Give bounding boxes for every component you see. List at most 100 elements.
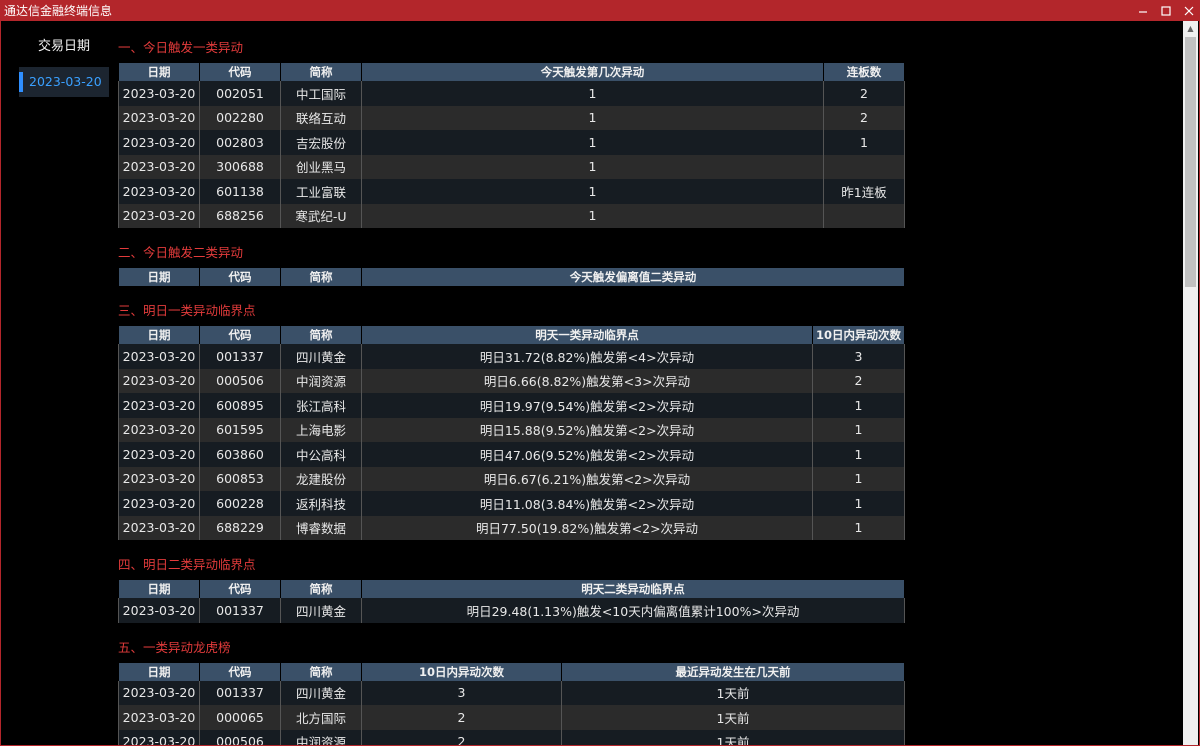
table-cell: 1: [361, 130, 824, 155]
table-row[interactable]: 2023-03-20 300688 创业黑马 1: [118, 154, 905, 179]
table-cell: 1天前: [561, 705, 905, 730]
table-cell: 600228: [199, 491, 281, 516]
section-title: 二、今日触发二类异动: [118, 245, 244, 260]
table-cell: 返利科技: [280, 491, 362, 516]
table-row[interactable]: 2023-03-20 000065 北方国际 2 1天前: [118, 705, 905, 730]
table-cell: 000506: [199, 729, 281, 745]
column-header[interactable]: 代码: [199, 326, 281, 344]
table-row[interactable]: 2023-03-20 002051 中工国际 1 2: [118, 81, 905, 106]
column-header[interactable]: 代码: [199, 63, 281, 81]
table-row[interactable]: 2023-03-20 001337 四川黄金 3 1天前: [118, 680, 905, 705]
column-header[interactable]: 简称: [280, 662, 362, 681]
table-row[interactable]: 2023-03-20 688229 博睿数据 明日77.50(19.82%)触发第<2…: [118, 515, 905, 540]
table-cell: 明日11.08(3.84%)触发第<2>次异动: [361, 491, 813, 516]
table-row[interactable]: 2023-03-20 600228 返利科技 明日11.08(3.84%)触发第<2>…: [118, 491, 905, 516]
table-row[interactable]: 2023-03-20 002280 联络互动 1 2: [118, 105, 905, 130]
section-table: 日期 代码 简称 明天一类异动临界点 10日内异动次数 2023-03-20 001337 四…: [118, 326, 905, 540]
table-cell: 2023-03-20: [118, 680, 200, 705]
table-row[interactable]: 2023-03-20 601595 上海电影 明日15.88(9.52%)触发第<2>…: [118, 417, 905, 442]
table-row[interactable]: 2023-03-20 002803 吉宏股份 1 1: [118, 130, 905, 155]
table-cell: 1: [812, 417, 905, 442]
column-header[interactable]: 10日内异动次数: [361, 662, 562, 681]
window-controls: [1131, 0, 1200, 21]
table-cell: 2: [812, 368, 905, 393]
table-row[interactable]: 2023-03-20 000506 中润资源 2 1天前: [118, 729, 905, 745]
column-header[interactable]: 连板数: [823, 63, 905, 81]
table-cell: 2023-03-20: [118, 515, 200, 540]
maximize-icon: [1160, 5, 1171, 16]
column-header[interactable]: 日期: [118, 268, 200, 286]
table-cell: [823, 154, 905, 179]
column-header[interactable]: 代码: [199, 662, 281, 681]
table-cell: 明日6.67(6.21%)触发第<2>次异动: [361, 466, 813, 491]
table-cell: 北方国际: [280, 705, 362, 730]
column-header[interactable]: 明天二类异动临界点: [361, 580, 905, 598]
table-row[interactable]: 2023-03-20 001337 四川黄金 明日31.72(8.82%)触发第<4>…: [118, 344, 905, 369]
table-cell: 2023-03-20: [118, 729, 200, 745]
column-header[interactable]: 简称: [280, 268, 362, 286]
column-header[interactable]: 日期: [118, 580, 200, 598]
table-cell: 000065: [199, 705, 281, 730]
column-header[interactable]: 今天触发偏离值二类异动: [361, 268, 905, 286]
table-cell: 明日19.97(9.54%)触发第<2>次异动: [361, 393, 813, 418]
table-row[interactable]: 2023-03-20 688256 寒武纪-U 1: [118, 203, 905, 228]
column-header[interactable]: 代码: [199, 580, 281, 598]
date-sidebar: 交易日期 2023-03-20: [19, 33, 109, 97]
column-header[interactable]: 简称: [280, 580, 362, 598]
table-row[interactable]: 2023-03-20 600895 张江高科 明日19.97(9.54%)触发第<2>…: [118, 393, 905, 418]
main-frame: 交易日期 2023-03-20 一、今日触发一类异动 日期 代码 简称 今天触发第几次异…: [0, 21, 1200, 746]
column-header[interactable]: 日期: [118, 326, 200, 344]
table-cell: 2023-03-20: [118, 393, 200, 418]
table-row[interactable]: 2023-03-20 601138 工业富联 1 昨1连板: [118, 179, 905, 204]
table-cell: 工业富联: [280, 179, 362, 204]
sidebar-item-date[interactable]: 2023-03-20: [19, 67, 109, 97]
table-cell: 明日15.88(9.52%)触发第<2>次异动: [361, 417, 813, 442]
table-cell: 2023-03-20: [118, 368, 200, 393]
vertical-scrollbar[interactable]: ▲: [1183, 21, 1198, 745]
table-cell: 中工国际: [280, 81, 362, 106]
column-header[interactable]: 最近异动发生在几天前: [561, 662, 905, 681]
table-cell: 2023-03-20: [118, 154, 200, 179]
table-cell: 2023-03-20: [118, 130, 200, 155]
column-header[interactable]: 日期: [118, 63, 200, 81]
content-area: 一、今日触发一类异动 日期 代码 简称 今天触发第几次异动 连板数 2023-03-20 00…: [118, 33, 908, 745]
table-cell: 明日77.50(19.82%)触发第<2>次异动: [361, 515, 813, 540]
table-cell: 2023-03-20: [118, 81, 200, 106]
table-row[interactable]: 2023-03-20 603860 中公高科 明日47.06(9.52%)触发第<2>…: [118, 442, 905, 467]
table-row[interactable]: 2023-03-20 600853 龙建股份 明日6.67(6.21%)触发第<2>次…: [118, 466, 905, 491]
table-cell: 2: [823, 105, 905, 130]
table-cell: 688229: [199, 515, 281, 540]
scroll-up-icon[interactable]: ▲: [1183, 21, 1198, 36]
table-cell: 创业黑马: [280, 154, 362, 179]
table-cell: 2: [361, 705, 562, 730]
table-row[interactable]: 2023-03-20 000506 中润资源 明日6.66(8.82%)触发第<3>次…: [118, 368, 905, 393]
column-header[interactable]: 明天一类异动临界点: [361, 326, 813, 344]
table-cell: 张江高科: [280, 393, 362, 418]
scrollbar-thumb[interactable]: [1185, 37, 1196, 287]
minimize-button[interactable]: [1131, 0, 1154, 21]
column-header[interactable]: 简称: [280, 326, 362, 344]
column-header[interactable]: 10日内异动次数: [812, 326, 905, 344]
maximize-button[interactable]: [1154, 0, 1177, 21]
column-header[interactable]: 代码: [199, 268, 281, 286]
table-cell: 601595: [199, 417, 281, 442]
table-cell: 600853: [199, 466, 281, 491]
column-header[interactable]: 日期: [118, 662, 200, 681]
table-cell: 1: [812, 442, 905, 467]
table-cell: 中润资源: [280, 368, 362, 393]
table-cell: 1: [812, 466, 905, 491]
table-cell: 1: [823, 130, 905, 155]
table-cell: 2: [823, 81, 905, 106]
table-cell: 1: [812, 491, 905, 516]
table-cell: 002803: [199, 130, 281, 155]
table-cell: 1: [812, 515, 905, 540]
table-cell: 1天前: [561, 729, 905, 745]
table-cell: 2023-03-20: [118, 598, 200, 623]
column-header[interactable]: 今天触发第几次异动: [361, 63, 824, 81]
table-cell: 四川黄金: [280, 680, 362, 705]
section-table: 日期 代码 简称 10日内异动次数 最近异动发生在几天前 2023-03-20 001337…: [118, 662, 905, 745]
table-cell: 2: [361, 729, 562, 745]
column-header[interactable]: 简称: [280, 63, 362, 81]
table-row[interactable]: 2023-03-20 001337 四川黄金 明日29.48(1.13%)触发<10天…: [118, 598, 905, 623]
close-button[interactable]: [1177, 0, 1200, 21]
